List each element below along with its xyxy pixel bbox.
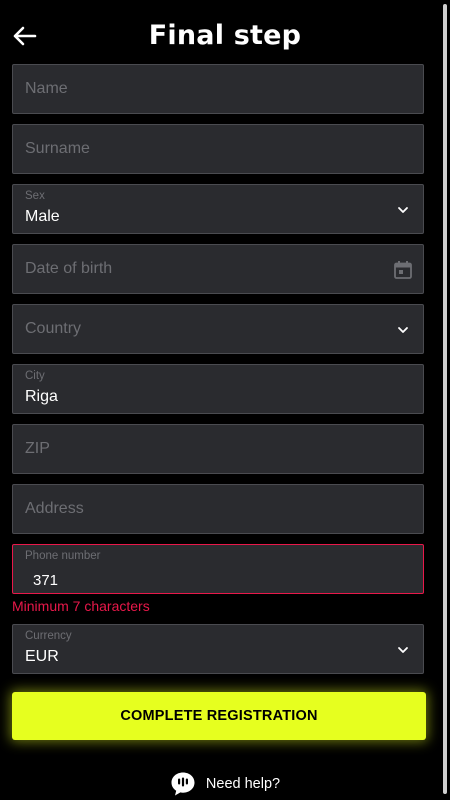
surname-placeholder: Surname (25, 140, 90, 157)
sex-value: Male (25, 208, 60, 225)
sex-select[interactable]: Sex Male (12, 184, 424, 234)
calendar-icon[interactable] (393, 260, 413, 280)
name-placeholder: Name (25, 80, 68, 97)
currency-select[interactable]: Currency EUR (12, 624, 424, 674)
phone-number-field[interactable]: Phone number 371 (12, 544, 424, 594)
page-title: Final step (148, 20, 302, 51)
currency-label: Currency (25, 630, 72, 642)
currency-value: EUR (25, 648, 59, 665)
surname-field[interactable]: Surname (12, 124, 424, 174)
city-label: City (25, 370, 45, 382)
phone-label: Phone number (25, 550, 101, 562)
zip-field[interactable]: ZIP (12, 424, 424, 474)
address-field[interactable]: Address (12, 484, 424, 534)
header: Final step (0, 14, 450, 58)
phone-value: 371 (33, 572, 59, 589)
name-field[interactable]: Name (12, 64, 424, 114)
chevron-down-icon (398, 327, 408, 333)
scrollbar[interactable] (443, 4, 447, 794)
date-of-birth-field[interactable]: Date of birth (12, 244, 424, 294)
address-placeholder: Address (25, 500, 84, 517)
country-select[interactable]: Country (12, 304, 424, 354)
complete-registration-button[interactable]: COMPLETE REGISTRATION (12, 692, 426, 740)
country-placeholder: Country (25, 320, 82, 337)
chevron-down-icon (398, 207, 408, 213)
need-help-link[interactable]: Need help? (0, 770, 450, 798)
sex-label: Sex (25, 190, 45, 202)
chevron-down-icon (398, 647, 408, 653)
dob-placeholder: Date of birth (25, 260, 113, 277)
need-help-label: Need help? (205, 776, 281, 792)
city-field[interactable]: City Riga (12, 364, 424, 414)
phone-error-message: Minimum 7 characters (12, 598, 150, 614)
registration-page: Final step Name Surname Sex Male Date of… (0, 0, 450, 800)
chat-bubble-icon (171, 772, 195, 796)
city-value: Riga (25, 388, 58, 405)
zip-placeholder: ZIP (25, 440, 50, 457)
